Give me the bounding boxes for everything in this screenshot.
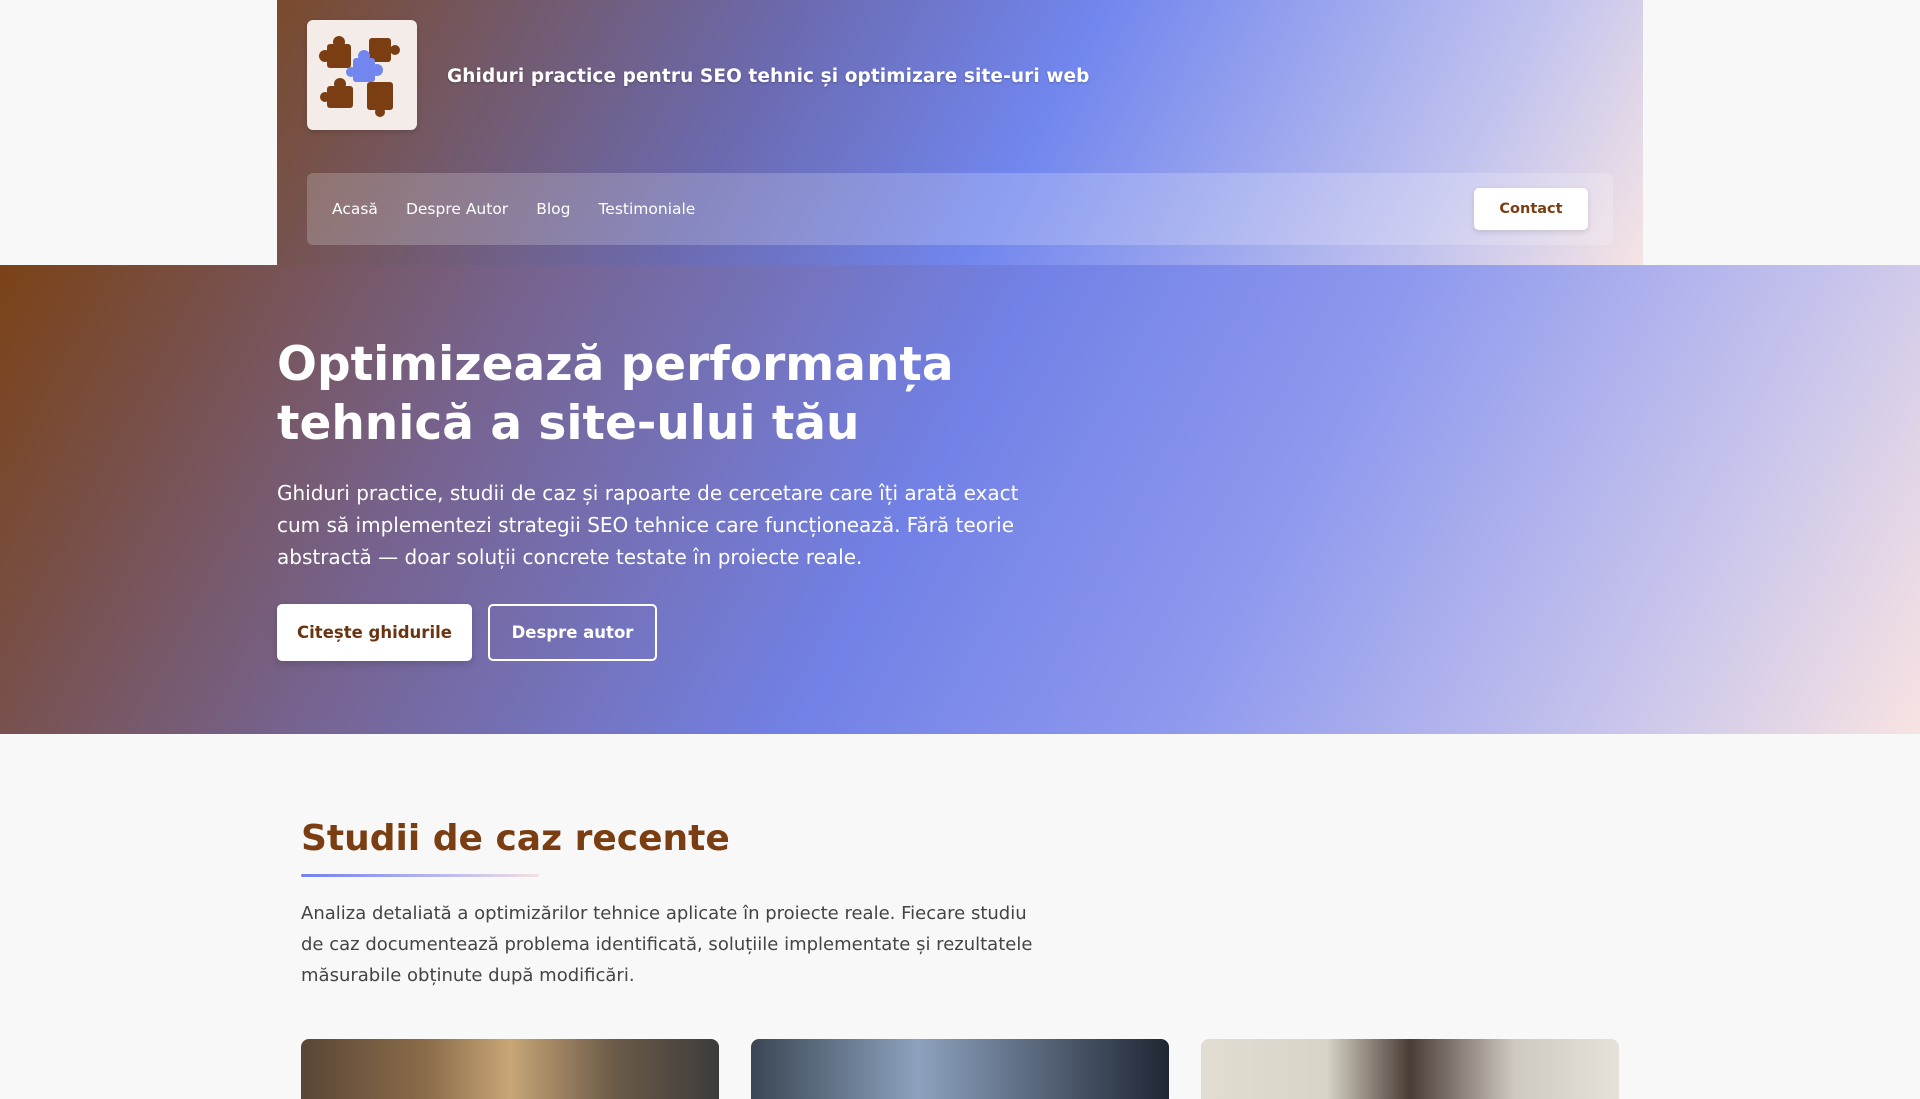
nav-item-despre-autor[interactable]: Despre Autor (406, 200, 508, 218)
nav-item-acasa[interactable]: Acasă (332, 200, 378, 218)
section-title-underline (301, 874, 539, 877)
site-header: Ghiduri practice pentru SEO tehnic și op… (277, 0, 1643, 265)
case-studies-description: Analiza detaliată a optimizărilor tehnic… (301, 903, 1033, 986)
hero-title: Optimizează performanța tehnică a site-u… (277, 337, 954, 451)
hero-subtitle: Ghiduri practice, studii de caz și rapoa… (277, 481, 1019, 569)
case-studies-title: Studii de caz recente (301, 818, 730, 859)
case-study-card-2-image[interactable] (751, 1039, 1169, 1099)
read-guides-button[interactable]: Citește ghidurile (277, 604, 472, 661)
nav-item-testimoniale[interactable]: Testimoniale (598, 200, 695, 218)
puzzle-pieces-icon (319, 36, 400, 117)
nav-item-blog[interactable]: Blog (536, 200, 570, 218)
main-navigation: Acasă Despre Autor Blog Testimoniale Con… (307, 173, 1613, 245)
case-study-card-3-image[interactable] (1201, 1039, 1619, 1099)
about-author-button[interactable]: Despre autor (488, 604, 657, 661)
contact-button[interactable]: Contact (1474, 188, 1588, 230)
hero-section: Optimizează performanța tehnică a site-u… (0, 265, 1920, 734)
site-tagline: Ghiduri practice pentru SEO tehnic și op… (447, 66, 1090, 87)
case-study-card-1-image[interactable] (301, 1039, 719, 1099)
site-logo[interactable] (307, 20, 417, 130)
